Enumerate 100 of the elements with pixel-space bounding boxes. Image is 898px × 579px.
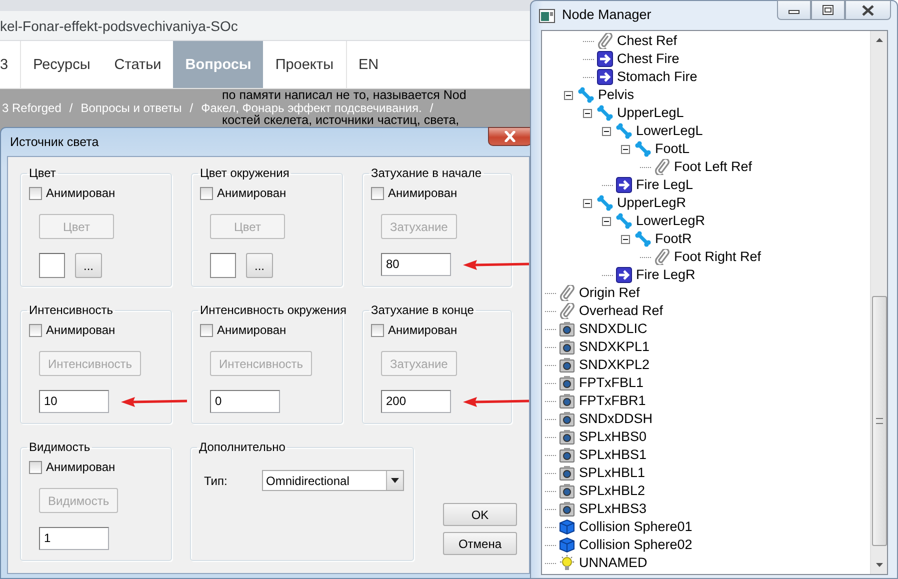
value-field[interactable]: 1 <box>39 527 109 550</box>
tree-item[interactable]: SNDXKPL1 <box>579 339 650 355</box>
collapse-icon[interactable] <box>621 234 630 244</box>
tree-item[interactable]: Collision Sphere02 <box>579 537 692 553</box>
color-swatch[interactable] <box>39 253 65 278</box>
bone-icon <box>616 213 632 229</box>
bone-icon <box>578 87 594 103</box>
window-title: Источник света <box>10 134 99 151</box>
dialog-button[interactable]: OK <box>443 503 517 526</box>
arrow-icon <box>616 177 632 193</box>
value-field[interactable]: 10 <box>39 390 109 413</box>
minimize-button[interactable] <box>777 0 811 20</box>
value-field[interactable]: 80 <box>381 253 451 276</box>
collapse-icon[interactable] <box>583 198 592 208</box>
collapse-icon[interactable] <box>621 144 630 154</box>
checkbox-label: Анимирован <box>388 185 458 202</box>
scrollbar-thumb[interactable] <box>872 296 886 546</box>
checkbox-label: Анимирован <box>46 185 116 202</box>
bone-icon <box>597 105 613 121</box>
maximize-button[interactable] <box>811 0 845 20</box>
checkbox-label: Анимирован <box>388 322 458 339</box>
post-text-line: костей скелета, источники частиц, света, <box>222 114 460 126</box>
tree-item[interactable]: Fire LegR <box>636 267 696 283</box>
paperclip-icon <box>559 285 575 301</box>
camera-icon <box>559 321 575 337</box>
camera-icon <box>559 357 575 373</box>
tree-item[interactable]: FootR <box>655 231 692 247</box>
cube-icon <box>559 537 575 553</box>
type-dropdown[interactable]: Omnidirectional <box>262 470 404 491</box>
bone-icon <box>597 195 613 211</box>
bone-icon <box>616 123 632 139</box>
paperclip-icon <box>597 33 613 49</box>
tree-item[interactable]: SPLxHBL1 <box>579 465 646 481</box>
arrow-icon <box>597 69 613 85</box>
tree-item[interactable]: Collision Sphere01 <box>579 519 692 535</box>
nav-link[interactable]: Проекты <box>263 41 346 88</box>
tree-item[interactable]: SPLxHBS0 <box>579 429 647 445</box>
tree-item[interactable]: SPLxHBS1 <box>579 447 647 463</box>
checkbox[interactable] <box>371 186 384 200</box>
checkbox[interactable] <box>200 324 213 336</box>
tree-item[interactable]: UpperLegR <box>617 195 686 211</box>
value-field[interactable]: 0 <box>210 390 280 413</box>
nav-link[interactable]: Статьи <box>102 41 174 88</box>
tree-item[interactable]: Foot Right Ref <box>674 249 762 265</box>
checkbox-label: Анимирован <box>217 185 286 202</box>
checkbox[interactable] <box>29 186 42 200</box>
collapse-icon[interactable] <box>564 90 573 100</box>
arrow-icon <box>616 267 632 283</box>
tree-item[interactable]: SNDXKPL2 <box>579 357 650 373</box>
tree-item[interactable]: LowerLegR <box>636 213 706 229</box>
tree-item[interactable]: LowerLegL <box>636 123 703 139</box>
breadcrumb-separator: / <box>430 102 434 114</box>
camera-icon <box>559 447 575 463</box>
maximize-icon[interactable] <box>822 5 834 15</box>
tree-item[interactable]: SNDxDDSH <box>579 411 653 427</box>
collapse-icon[interactable] <box>583 108 592 118</box>
value-field[interactable]: 200 <box>381 390 451 413</box>
group-title: Цвет окружения <box>199 166 290 180</box>
nav-link[interactable]: EN <box>346 41 391 88</box>
tree-item[interactable]: Foot Left Ref <box>674 159 752 175</box>
group-title: Затухание в конце <box>370 303 475 317</box>
cube-icon <box>559 519 575 535</box>
browse-button[interactable]: ... <box>75 253 102 278</box>
tree-item[interactable]: Chest Ref <box>617 33 678 49</box>
tree-item[interactable]: SNDXDLIC <box>579 321 648 337</box>
camera-icon <box>559 501 575 517</box>
tree-item[interactable]: Fire LegL <box>636 177 694 193</box>
checkbox[interactable] <box>371 324 384 336</box>
tree-item[interactable]: FPTxFBL1 <box>579 375 644 391</box>
tree-item[interactable]: FPTxFBR1 <box>579 393 646 409</box>
close-button[interactable] <box>845 0 891 20</box>
nav-link[interactable]: 3 <box>0 41 22 88</box>
tree-item[interactable]: UpperLegL <box>617 105 684 121</box>
browse-button[interactable]: ... <box>246 253 273 278</box>
tree-item[interactable]: Pelvis <box>598 87 634 103</box>
camera-icon <box>559 411 575 427</box>
close-button[interactable] <box>488 127 532 146</box>
group-title: Затухание в начале <box>370 166 483 180</box>
field-label: Тип: <box>204 472 228 490</box>
checkbox[interactable] <box>29 324 42 336</box>
tree-item[interactable]: SPLxHBL2 <box>579 483 646 499</box>
tree-item[interactable]: SPLxHBS3 <box>579 501 647 517</box>
dialog-button[interactable]: Отмена <box>443 532 517 555</box>
tree-item[interactable]: Origin Ref <box>579 285 640 301</box>
paperclip-icon <box>559 303 575 319</box>
collapse-icon[interactable] <box>602 126 611 136</box>
tree-item[interactable]: Overhead Ref <box>579 303 664 319</box>
tree-item[interactable]: FootL <box>655 141 690 157</box>
tree-item[interactable]: UNNAMED <box>579 555 648 571</box>
nav-link[interactable]: Ресурсы <box>21 41 102 88</box>
checkbox[interactable] <box>29 460 42 474</box>
close-icon[interactable] <box>861 4 875 16</box>
caret-icon[interactable] <box>391 478 399 483</box>
color-swatch[interactable] <box>210 253 236 278</box>
tree-item[interactable]: Chest Fire <box>617 51 680 67</box>
tree-item[interactable]: Stomach Fire <box>617 69 698 85</box>
checkbox[interactable] <box>200 186 213 200</box>
collapse-icon[interactable] <box>602 216 611 226</box>
light-bulb-icon <box>559 555 575 571</box>
bone-icon <box>635 231 651 247</box>
